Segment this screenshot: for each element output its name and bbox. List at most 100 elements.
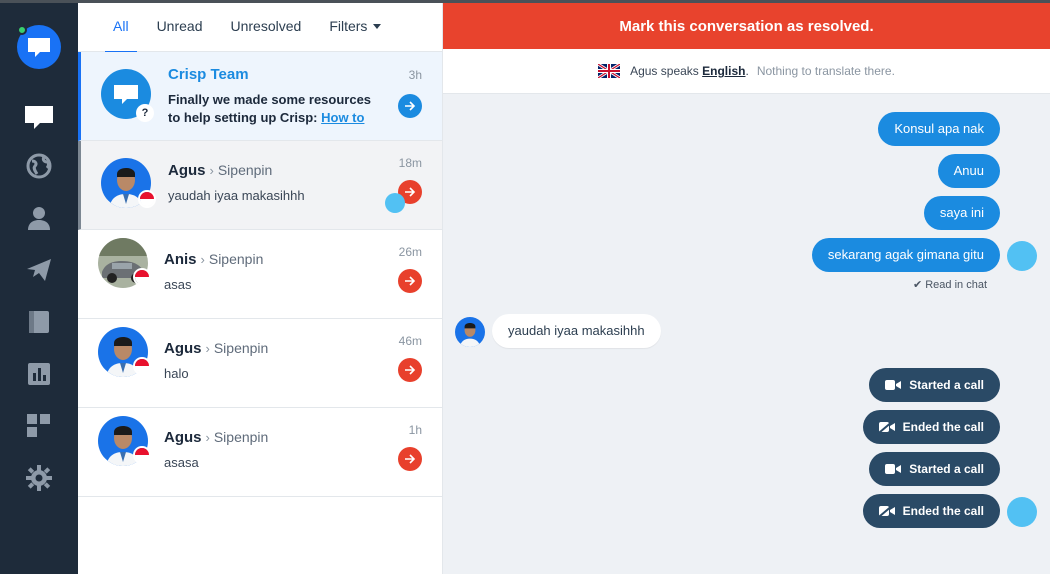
arrow-right-icon <box>405 101 416 111</box>
translation-bar: Agus speaks English. Nothing to translat… <box>443 49 1050 94</box>
plugins-icon <box>27 414 50 437</box>
filter-tabs: All Unread Unresolved Filters <box>78 3 442 53</box>
user-icon <box>28 207 50 230</box>
indonesia-flag-icon <box>133 357 151 375</box>
call-label: Started a call <box>909 378 984 392</box>
nav-inbox[interactable] <box>21 99 57 135</box>
operator-message: sekarang agak gimana gitu <box>811 238 1000 272</box>
chevron-right-icon: › <box>205 341 210 356</box>
tab-unread[interactable]: Unread <box>157 3 203 52</box>
online-status-dot <box>17 25 27 35</box>
conversation-preview: yaudah iyaa makasihhh <box>168 188 305 203</box>
arrow-right-icon <box>405 365 416 375</box>
globe-icon <box>26 153 52 179</box>
call-label: Ended the call <box>902 420 984 434</box>
conversation-time: 1h <box>408 423 422 437</box>
indonesia-flag-icon <box>138 190 156 208</box>
call-started-event: Started a call <box>869 452 1000 486</box>
conversation-name: Agus › Sipenpin <box>168 162 272 179</box>
sidebar <box>0 3 78 574</box>
chat-bubble-icon <box>114 85 138 104</box>
conversation-item[interactable]: ? Crisp Team Finally we made some resour… <box>78 52 442 141</box>
conversation-item[interactable]: Agus › Sipenpin asasa 1h <box>78 408 442 497</box>
chat-icon <box>25 106 53 129</box>
contact-name: Agus <box>164 340 202 357</box>
uk-flag-icon <box>598 64 621 78</box>
help-badge-icon: ? <box>136 104 154 122</box>
operator-avatar <box>1007 497 1037 527</box>
conversation-preview-line1: Finally we made some resources <box>168 92 372 107</box>
conversation-time: 46m <box>398 334 422 348</box>
nav-helpdesk[interactable] <box>21 304 57 340</box>
avatar-photo <box>455 317 485 347</box>
conversation-name: Anis › Sipenpin <box>164 251 263 268</box>
conversation-item[interactable]: Anis › Sipenpin asas 26m <box>78 230 442 319</box>
call-ended-event: Ended the call <box>862 410 1000 444</box>
video-camera-icon <box>885 380 902 390</box>
conversation-preview: halo <box>164 366 189 381</box>
how-to-link[interactable]: How to <box>321 110 364 125</box>
call-label: Started a call <box>909 462 984 476</box>
conversation-item[interactable]: Agus › Sipenpin yaudah iyaa makasihhh 18m <box>78 141 442 230</box>
arrow-right-icon <box>405 187 416 197</box>
chevron-right-icon: › <box>200 252 205 267</box>
chevron-right-icon: › <box>209 163 214 178</box>
operator-avatar <box>385 193 405 213</box>
contact-name: Agus <box>168 162 206 179</box>
website-name: Sipenpin <box>213 429 269 445</box>
conversation-name: Crisp Team <box>168 66 249 83</box>
arrow-right-icon <box>405 276 416 286</box>
operator-message: Konsul apa nak <box>878 112 1000 146</box>
contact-name: Anis <box>164 251 197 268</box>
operator-message: Anuu <box>937 154 1000 188</box>
check-icon: ✔ <box>912 279 923 291</box>
video-off-icon <box>878 421 895 433</box>
conversation-item[interactable]: Agus › Sipenpin halo 46m <box>78 319 442 408</box>
nav-contacts[interactable] <box>21 200 57 236</box>
settings-icon <box>26 465 52 491</box>
conversation-preview: asasa <box>164 455 199 470</box>
conversation-preview: asas <box>164 277 192 292</box>
caret-down-icon <box>373 24 382 30</box>
chat-bubble-logo-icon <box>28 38 50 57</box>
website-name: Sipenpin <box>217 162 273 178</box>
open-conversation-button[interactable] <box>398 269 422 293</box>
user-avatar <box>455 317 485 347</box>
nav-settings[interactable] <box>21 460 57 496</box>
book-icon <box>29 311 49 333</box>
operator-avatar <box>1007 241 1037 271</box>
indonesia-flag-icon <box>133 268 151 286</box>
paper-plane-icon <box>27 259 51 281</box>
nav-campaigns[interactable] <box>21 252 57 288</box>
translate-note: Nothing to translate there. <box>756 64 895 78</box>
nav-plugins[interactable] <box>21 408 57 444</box>
call-label: Ended the call <box>902 504 984 518</box>
website-name: Sipenpin <box>208 251 264 267</box>
nav-analytics[interactable] <box>21 356 57 392</box>
read-receipt: ✔ Read in chat <box>913 278 987 291</box>
resolve-conversation-button[interactable]: Mark this conversation as resolved. <box>443 3 1050 49</box>
call-started-event: Started a call <box>869 368 1000 402</box>
chevron-right-icon: › <box>205 430 210 445</box>
website-name: Sipenpin <box>213 340 269 356</box>
tab-filters[interactable]: Filters <box>329 3 382 52</box>
contact-name: Agus <box>164 429 202 446</box>
nav-visitors[interactable] <box>21 148 57 184</box>
conversation-time: 18m <box>398 156 422 170</box>
translate-prefix: Agus speaks <box>630 64 699 78</box>
conversation-name: Agus › Sipenpin <box>164 340 268 357</box>
arrow-right-icon <box>405 454 416 464</box>
video-camera-icon <box>885 464 902 474</box>
operator-message: saya ini <box>923 196 1000 230</box>
tab-unresolved[interactable]: Unresolved <box>230 3 301 52</box>
language-link[interactable]: English <box>702 64 745 78</box>
open-conversation-button[interactable] <box>398 94 422 118</box>
open-conversation-button[interactable] <box>398 358 422 382</box>
analytics-icon <box>28 363 50 385</box>
indonesia-flag-icon <box>133 446 151 464</box>
conversation-time: 26m <box>398 245 422 259</box>
open-conversation-button[interactable] <box>398 447 422 471</box>
conversation-name: Agus › Sipenpin <box>164 429 268 446</box>
call-ended-event: Ended the call <box>862 494 1000 528</box>
tab-all[interactable]: All <box>105 3 136 53</box>
